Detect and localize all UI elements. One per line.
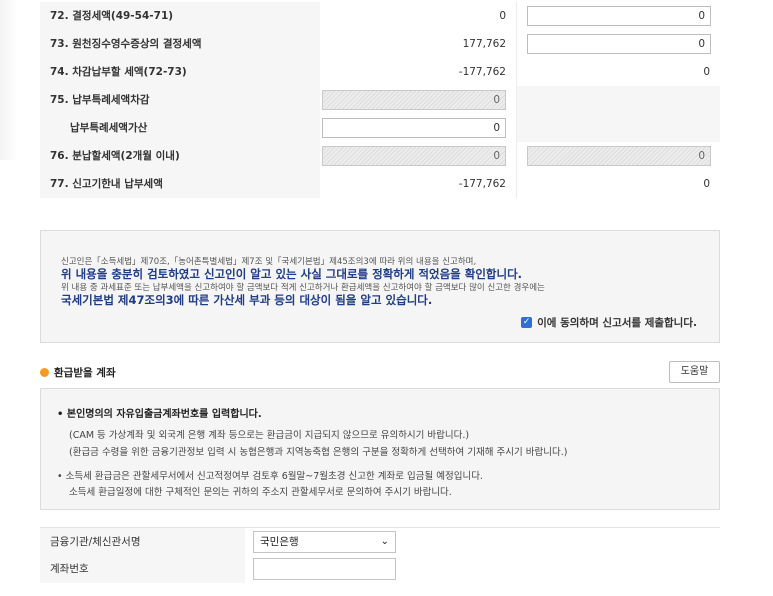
row-label: 75. 납부특례세액차감: [40, 86, 320, 114]
left-gutter: [0, 0, 18, 160]
notice-line-4: 국세기본법 제47조의3에 따른 가산세 부과 등의 대상이 됨을 알고 있습니…: [61, 293, 433, 307]
col2-value: 0: [703, 66, 710, 78]
col1-cell: 0: [320, 86, 516, 114]
info-bullet-2: • 소득세 환급금은 관할세무서에서 신고적정여부 검토후 6월말~7월초경 신…: [57, 471, 483, 482]
refund-info-box: • 본인명의의 자유입출금계좌번호를 입력합니다. (CAM 등 가상계좌 및 …: [40, 388, 720, 510]
col1-cell: 0: [320, 142, 516, 170]
col2-cell: 0: [516, 30, 720, 58]
col1-input-disabled: 0: [322, 90, 506, 110]
info-paragraph-2: (환급금 수령을 위한 금융기관정보 입력 시 농협은행과 지역농축협 은행의 …: [69, 447, 568, 458]
col2-input-disabled: 0: [527, 146, 711, 166]
col2-cell: 0: [516, 142, 720, 170]
table-row-77: 77. 신고기한내 납부세액 -177,762 0: [40, 170, 720, 198]
col1-value: 177,762: [462, 38, 506, 50]
col2-cell: [516, 114, 720, 142]
col1-input-disabled: 0: [322, 146, 506, 166]
bank-select[interactable]: 국민은행 ⌄: [253, 531, 396, 553]
section-title: 환급받을 계좌: [40, 365, 116, 380]
info-paragraph-4: 소득세 환급일정에 대한 구체적인 문의는 귀하의 주소지 관할세무서로 문의하…: [69, 487, 452, 498]
info-head: 본인명의의 자유입출금계좌번호를 입력합니다.: [66, 409, 262, 420]
table-row-74: 74. 차감납부할 세액(72-73) -177,762 0: [40, 58, 720, 86]
col2-cell: 0: [516, 2, 720, 30]
chevron-down-icon: ⌄: [380, 536, 389, 547]
row-label: 77. 신고기한내 납부세액: [40, 170, 320, 198]
col2-input[interactable]: 0: [527, 6, 711, 26]
col2-input[interactable]: 0: [527, 34, 711, 54]
table-row-72: 72. 결정세액(49-54-71) 0 0: [40, 2, 720, 30]
col1-value: -177,762: [458, 66, 506, 78]
bullet-dot-icon: [40, 368, 49, 377]
checkbox-checked-icon[interactable]: ✓: [521, 317, 533, 328]
row-label: 74. 차감납부할 세액(72-73): [40, 58, 320, 86]
col1-cell: -177,762: [320, 58, 516, 86]
col2-cell: 0: [516, 58, 720, 86]
account-row: 계좌번호: [40, 555, 720, 583]
table-row-73: 73. 원천징수영수증상의 결정세액 177,762 0: [40, 30, 720, 58]
col1-value: 0: [499, 10, 506, 22]
section-title-text: 환급받을 계좌: [54, 367, 116, 379]
col1-cell: 0: [320, 2, 516, 30]
help-button[interactable]: 도움말: [669, 361, 720, 383]
col2-cell: [516, 86, 720, 114]
table-row-76: 76. 분납할세액(2개월 이내) 0 0: [40, 142, 720, 170]
agree-checkbox-row[interactable]: ✓ 이에 동의하며 신고서를 제출합니다.: [521, 315, 697, 330]
bank-label: 금융기관/체신관서명: [40, 528, 245, 556]
account-cell: [245, 555, 720, 583]
row-label: 76. 분납할세액(2개월 이내): [40, 142, 320, 170]
notice-line-2: 위 내용을 충분히 검토하였고 신고인이 알고 있는 사실 그대로를 정확하게 …: [61, 267, 523, 281]
declaration-notice: 신고인은「소득세법」제70조,「농어촌특별세법」제7조 및「국세기본법」제45조…: [40, 230, 720, 343]
table-row-75-sub: 납부특례세액가산 0: [40, 114, 720, 142]
row-label: 72. 결정세액(49-54-71): [40, 2, 320, 30]
col1-value: -177,762: [458, 178, 506, 190]
agree-label: 이에 동의하며 신고서를 제출합니다.: [537, 317, 697, 329]
info-bullet-1: • 본인명의의 자유입출금계좌번호를 입력합니다.: [57, 409, 262, 420]
bank-select-value: 국민은행: [260, 536, 299, 548]
table-row-75: 75. 납부특례세액차감 0: [40, 86, 720, 114]
col2-value: 0: [703, 178, 710, 190]
col1-input[interactable]: 0: [322, 118, 506, 138]
info-paragraph-3: 소득세 환급금은 관할세무서에서 신고적정여부 검토후 6월말~7월초경 신고한…: [65, 471, 483, 482]
account-label: 계좌번호: [40, 555, 245, 583]
bank-cell: 국민은행 ⌄: [245, 528, 720, 556]
col1-cell: 0: [320, 114, 516, 142]
row-label: 73. 원천징수영수증상의 결정세액: [40, 30, 320, 58]
col1-cell: 177,762: [320, 30, 516, 58]
account-number-input[interactable]: [253, 558, 396, 580]
info-paragraph-1: (CAM 등 가상계좌 및 외국계 은행 계좌 등으로는 환급금이 지급되지 않…: [69, 430, 470, 441]
row-label: 납부특례세액가산: [40, 114, 320, 142]
col2-cell: 0: [516, 170, 720, 198]
bank-row: 금융기관/체신관서명 국민은행 ⌄: [40, 527, 720, 556]
col1-cell: -177,762: [320, 170, 516, 198]
